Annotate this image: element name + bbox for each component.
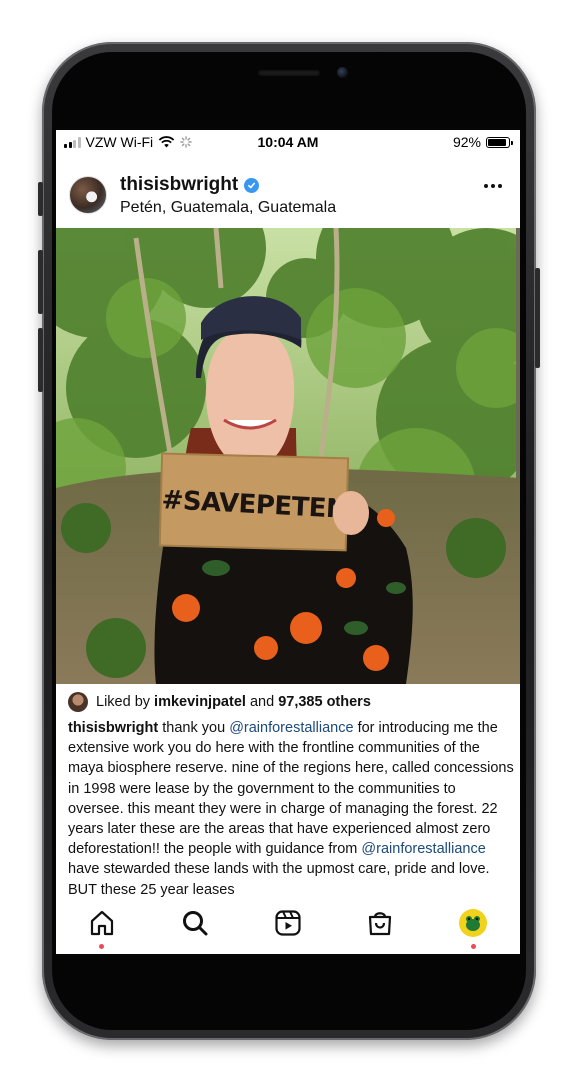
nav-shop[interactable] <box>365 908 395 938</box>
caption-username[interactable]: thisisbwright <box>68 720 158 736</box>
earpiece-speaker <box>258 70 320 76</box>
bottom-nav <box>56 900 520 954</box>
post-caption: thisisbwright thank you @rainforestallia… <box>68 718 514 900</box>
status-bar: VZW Wi-Fi 10:04 AM 92% <box>56 130 520 156</box>
battery-icon <box>486 136 513 148</box>
likes-text[interactable]: Liked by imkevinjpatel and 97,385 others <box>96 694 371 710</box>
caption-mention-1[interactable]: @rainforestalliance <box>229 720 353 736</box>
battery-percent: 92% <box>452 134 481 150</box>
likes-row[interactable]: Liked by imkevinjpatel and 97,385 others <box>68 692 371 712</box>
home-notification-dot <box>99 944 104 949</box>
reels-icon <box>275 910 301 936</box>
author-avatar[interactable] <box>69 176 107 214</box>
profile-notification-dot <box>471 944 476 949</box>
volume-up-button <box>38 250 43 314</box>
nav-search[interactable] <box>180 908 210 938</box>
status-time: 10:04 AM <box>257 134 319 150</box>
volume-down-button <box>38 328 43 392</box>
profile-icon <box>459 909 487 937</box>
nav-reels[interactable] <box>273 908 303 938</box>
post-photo[interactable]: #SAVEPETEN <box>56 228 520 684</box>
silent-switch <box>38 182 43 216</box>
home-icon <box>90 910 114 936</box>
post-location[interactable]: Petén, Guatemala, Guatemala <box>120 199 336 217</box>
caption-part-2: for introducing me the extensive work yo… <box>68 720 514 858</box>
shop-icon <box>368 912 392 936</box>
author-username-row[interactable]: thisisbwright <box>120 174 260 196</box>
author-username[interactable]: thisisbwright <box>120 174 238 196</box>
front-camera <box>337 67 348 78</box>
more-options-icon[interactable] <box>484 184 502 188</box>
likes-prefix: Liked by <box>96 694 151 710</box>
caption-part-1: thank you <box>162 720 226 736</box>
liker-avatar <box>68 692 88 712</box>
search-icon <box>183 911 208 936</box>
likes-joiner: and <box>249 694 275 710</box>
nav-home[interactable] <box>87 908 117 938</box>
status-right: 92% <box>452 134 513 150</box>
photo-illustration: #SAVEPETEN <box>56 228 520 684</box>
verified-badge-icon <box>244 177 260 193</box>
caption-mention-2[interactable]: @rainforestalliance <box>361 841 485 857</box>
liker-username[interactable]: imkevinjpatel <box>154 694 246 710</box>
likes-count[interactable]: 97,385 others <box>278 694 371 710</box>
caption-part-3: have stewarded these lands with the upmo… <box>68 861 490 898</box>
post-header: thisisbwright Petén, Guatemala, Guatemal… <box>56 162 520 228</box>
power-button <box>535 268 540 368</box>
nav-profile[interactable] <box>458 908 488 938</box>
app-screen: VZW Wi-Fi 10:04 AM 92% thisisbwright Pet… <box>56 130 520 954</box>
